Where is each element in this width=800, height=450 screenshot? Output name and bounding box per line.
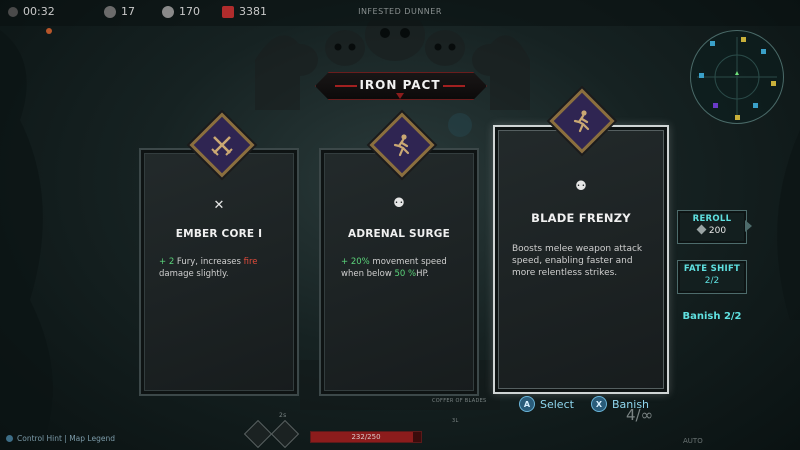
fate-shift-label: FATE SHIFT	[683, 264, 741, 274]
upgrade-card-adrenal-surge[interactable]: ⚉ ADRENAL SURGE + 20% movement speed whe…	[319, 148, 479, 396]
minimap-markers	[697, 37, 777, 120]
title-banner: IRON PACT	[315, 72, 487, 100]
fire-mode-label: AUTO	[683, 437, 703, 445]
select-prompt[interactable]: A Select	[519, 396, 574, 412]
fate-shift-value: 2/2	[704, 276, 720, 286]
card-title: EMBER CORE I	[175, 228, 263, 240]
runner-icon: ⚉	[393, 196, 405, 211]
crossed-swords-badge-icon	[202, 125, 242, 165]
card-title: BLADE FRENZY	[531, 211, 631, 225]
hint-icon	[6, 435, 13, 442]
weapon-name: COFFER OF BLADES	[432, 398, 487, 404]
card-description: Boosts melee weapon attack speed, enabli…	[512, 244, 643, 278]
soul-shard-icon	[696, 224, 707, 235]
runner-badge-icon	[562, 101, 602, 141]
card-description: + 2 Fury, increases fire damage slightly…	[159, 257, 258, 279]
health-text: 232/250	[351, 433, 381, 441]
skill-charge-label: 2s	[279, 412, 287, 419]
upgrade-card-ember-core[interactable]: ✕ EMBER CORE I + 2 Fury, increases fire …	[139, 148, 299, 396]
reroll-label: REROLL	[692, 214, 732, 224]
x-button-icon: X	[591, 396, 607, 412]
ammo-counter: 4/∞	[626, 406, 654, 424]
flame-marker-icon	[46, 28, 52, 34]
upgrade-card-blade-frenzy[interactable]: ⚉ BLADE FRENZY Boosts melee weapon attac…	[493, 125, 669, 394]
fate-shift-button[interactable]: FATE SHIFT 2/2	[677, 260, 747, 294]
control-hint: Control Hint | Map Legend	[6, 434, 115, 443]
top-hud-bar: 00:32 17 170 3381 INFESTED DUNNER	[0, 0, 800, 26]
runner-badge-icon	[382, 125, 422, 165]
health-bar: 232/250	[310, 431, 422, 443]
crossed-swords-icon: ✕	[213, 198, 225, 213]
reroll-arrow-icon	[745, 220, 752, 232]
reroll-cost: 200	[678, 224, 746, 236]
minimap	[690, 30, 784, 124]
zone-name: INFESTED DUNNER	[358, 7, 442, 16]
banish-count: Banish 2/2	[682, 311, 742, 322]
card-title: ADRENAL SURGE	[348, 228, 450, 240]
a-button-icon: A	[519, 396, 535, 412]
select-label: Select	[540, 397, 574, 411]
weapon-level: 3L	[452, 418, 459, 424]
hint-text: Control Hint | Map Legend	[17, 434, 115, 443]
runner-icon: ⚉	[575, 179, 587, 194]
page-title: IRON PACT	[359, 78, 441, 92]
reroll-button[interactable]: REROLL 200	[677, 210, 747, 244]
card-description: + 20% movement speed when below 50 %HP.	[341, 257, 447, 279]
